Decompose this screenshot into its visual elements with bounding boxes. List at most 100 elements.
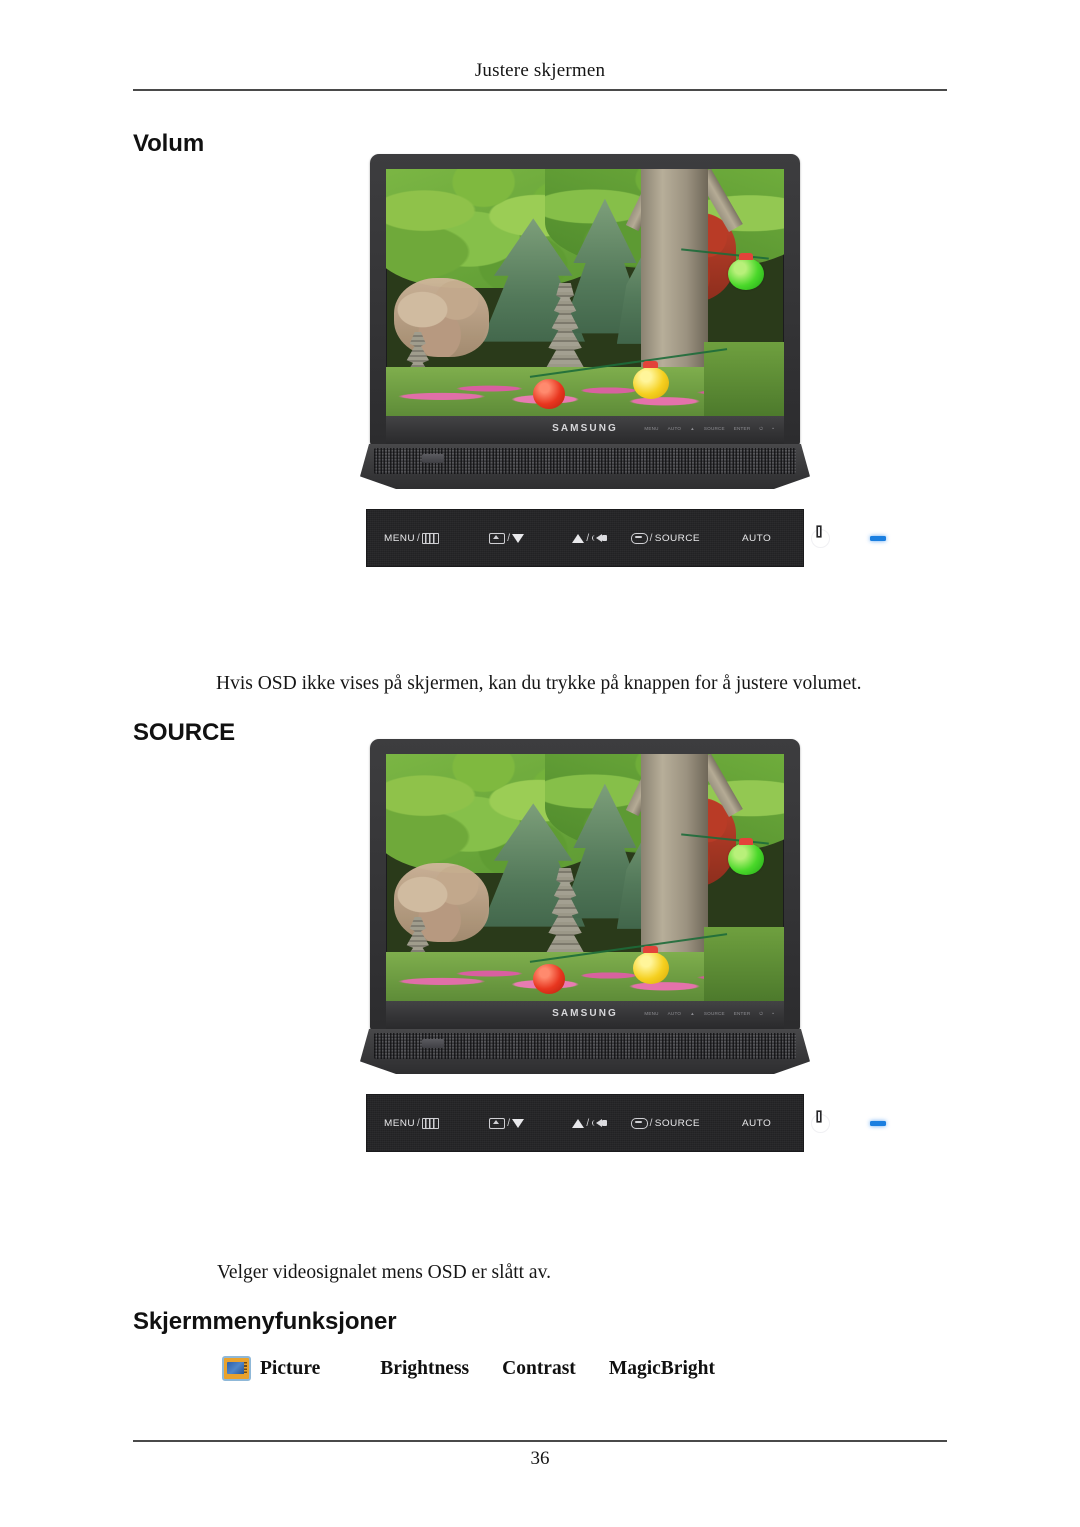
up-arrow-icon — [572, 1118, 585, 1128]
bezel-label-led: • — [772, 1011, 774, 1016]
bezel-label-auto: AUTO — [667, 1011, 682, 1016]
running-header: Justere skjermen — [474, 60, 606, 81]
auto-button[interactable]: AUTO — [742, 1118, 771, 1129]
osd-item-picture[interactable]: Picture — [260, 1358, 320, 1380]
menu-button-label: MENU — [384, 1117, 416, 1129]
bezel-label-menu: MENU — [644, 1011, 659, 1016]
power-icon — [811, 1112, 831, 1133]
bezel-label-led: • — [772, 426, 774, 431]
bezel-label-menu: MENU — [644, 426, 659, 431]
source-button-label: SOURCE — [654, 532, 700, 544]
scene-lantern-red — [533, 963, 566, 994]
slash-separator: / — [649, 1117, 653, 1129]
enter-source-button[interactable]: / SOURCE — [630, 532, 700, 544]
speaker-icon — [592, 533, 609, 544]
monitor-screen — [386, 754, 784, 1001]
scene-lantern-green — [728, 837, 765, 876]
section-heading-source: SOURCE — [133, 719, 236, 746]
power-led-indicator — [870, 535, 887, 541]
osd-item-contrast[interactable]: Contrast — [502, 1358, 576, 1380]
control-panel-source: MENU / / / / SOURCE AUTO — [366, 1094, 887, 1152]
section-heading-volum: Volum — [133, 130, 205, 157]
page-number: 36 — [530, 1448, 550, 1469]
slash-separator: / — [417, 532, 421, 544]
source-caption: Velger videosignalet mens OSD er slått a… — [217, 1262, 551, 1283]
enter-down-button[interactable]: / — [489, 1117, 525, 1129]
slash-separator: / — [507, 532, 511, 544]
document-page: Justere skjermen Volum SAMSUNG MENU AUTO… — [0, 0, 1080, 1527]
power-led-indicator — [870, 1120, 887, 1126]
base-badge — [422, 1039, 444, 1048]
enter-icon — [489, 532, 506, 544]
bezel-label-auto: AUTO — [667, 426, 682, 431]
scene-grass — [704, 926, 784, 1001]
bezel-label-enter: ENTER — [733, 426, 751, 431]
scene-lantern-green — [728, 252, 765, 291]
monitor-figure-source: SAMSUNG MENU AUTO ▲ SOURCE ENTER ⏻ • — [360, 737, 810, 1082]
osd-function-row: Picture Brightness Contrast MagicBright — [222, 1356, 715, 1381]
enter-icon — [489, 1117, 506, 1129]
bezel-label-up: ▲ — [690, 426, 695, 431]
monitor-speaker-base — [360, 1029, 810, 1074]
volume-caption: Hvis OSD ikke vises på skjermen, kan du … — [216, 673, 862, 694]
slash-separator: / — [417, 1117, 421, 1129]
led-indicator-icon — [870, 535, 887, 541]
monitor-screen — [386, 169, 784, 416]
picture-icon — [222, 1356, 251, 1381]
scene-grass — [704, 341, 784, 416]
bezel-label-source: SOURCE — [703, 426, 725, 431]
scene-lantern-red — [533, 378, 566, 409]
monitor-bottom-bezel: SAMSUNG MENU AUTO ▲ SOURCE ENTER ⏻ • — [386, 1001, 784, 1029]
up-volume-button[interactable]: / — [572, 533, 608, 544]
auto-button[interactable]: AUTO — [742, 533, 771, 544]
auto-button-label: AUTO — [741, 532, 772, 544]
slash-separator: / — [649, 532, 653, 544]
auto-button-label: AUTO — [741, 1117, 772, 1129]
slash-separator: / — [586, 532, 590, 544]
monitor-body: SAMSUNG MENU AUTO ▲ SOURCE ENTER ⏻ • — [370, 739, 800, 1031]
footer-rule — [133, 1440, 947, 1442]
osd-item-brightness[interactable]: Brightness — [380, 1358, 469, 1380]
base-badge — [422, 454, 444, 463]
scene-shrub-pink — [393, 277, 490, 357]
header-rule — [133, 89, 947, 91]
bezel-label-up: ▲ — [690, 1011, 695, 1016]
bezel-button-labels: MENU AUTO ▲ SOURCE ENTER ⏻ • — [644, 426, 774, 431]
power-button[interactable] — [811, 527, 831, 548]
bezel-label-power: ⏻ — [759, 426, 764, 431]
section-heading-osd-functions: Skjermmenyfunksjoner — [133, 1308, 397, 1335]
bezel-label-enter: ENTER — [733, 1011, 751, 1016]
up-arrow-icon — [572, 533, 585, 543]
power-icon — [811, 527, 831, 548]
bezel-button-labels: MENU AUTO ▲ SOURCE ENTER ⏻ • — [644, 1011, 774, 1016]
scene-shrub-pink — [393, 862, 490, 942]
speaker-icon — [592, 1118, 609, 1129]
slash-separator: / — [586, 1117, 590, 1129]
osd-item-magicbright[interactable]: MagicBright — [609, 1358, 715, 1380]
osd-grid-icon — [422, 532, 440, 544]
enter-round-icon — [630, 532, 648, 544]
enter-source-button[interactable]: / SOURCE — [630, 1117, 700, 1129]
down-arrow-icon — [512, 1118, 525, 1128]
monitor-bottom-bezel: SAMSUNG MENU AUTO ▲ SOURCE ENTER ⏻ • — [386, 416, 784, 444]
monitor-figure-volume: SAMSUNG MENU AUTO ▲ SOURCE ENTER ⏻ • — [360, 152, 810, 497]
scene-lantern-yellow — [632, 946, 669, 984]
slash-separator: / — [507, 1117, 511, 1129]
scene-lantern-yellow — [632, 361, 669, 399]
osd-grid-icon — [422, 1117, 440, 1129]
monitor-body: SAMSUNG MENU AUTO ▲ SOURCE ENTER ⏻ • — [370, 154, 800, 446]
menu-button-label: MENU — [384, 532, 416, 544]
power-button[interactable] — [811, 1112, 831, 1133]
menu-button[interactable]: MENU / — [384, 1117, 440, 1129]
bezel-label-power: ⏻ — [759, 1011, 764, 1016]
enter-down-button[interactable]: / — [489, 532, 525, 544]
source-button-label: SOURCE — [654, 1117, 700, 1129]
control-panel-volume: MENU / / / / SOURCE AUTO — [366, 509, 887, 567]
enter-round-icon — [630, 1117, 648, 1129]
monitor-speaker-base — [360, 444, 810, 489]
up-volume-button[interactable]: / — [572, 1118, 608, 1129]
led-indicator-icon — [870, 1120, 887, 1126]
bezel-label-source: SOURCE — [703, 1011, 725, 1016]
menu-button[interactable]: MENU / — [384, 532, 440, 544]
down-arrow-icon — [512, 533, 525, 543]
